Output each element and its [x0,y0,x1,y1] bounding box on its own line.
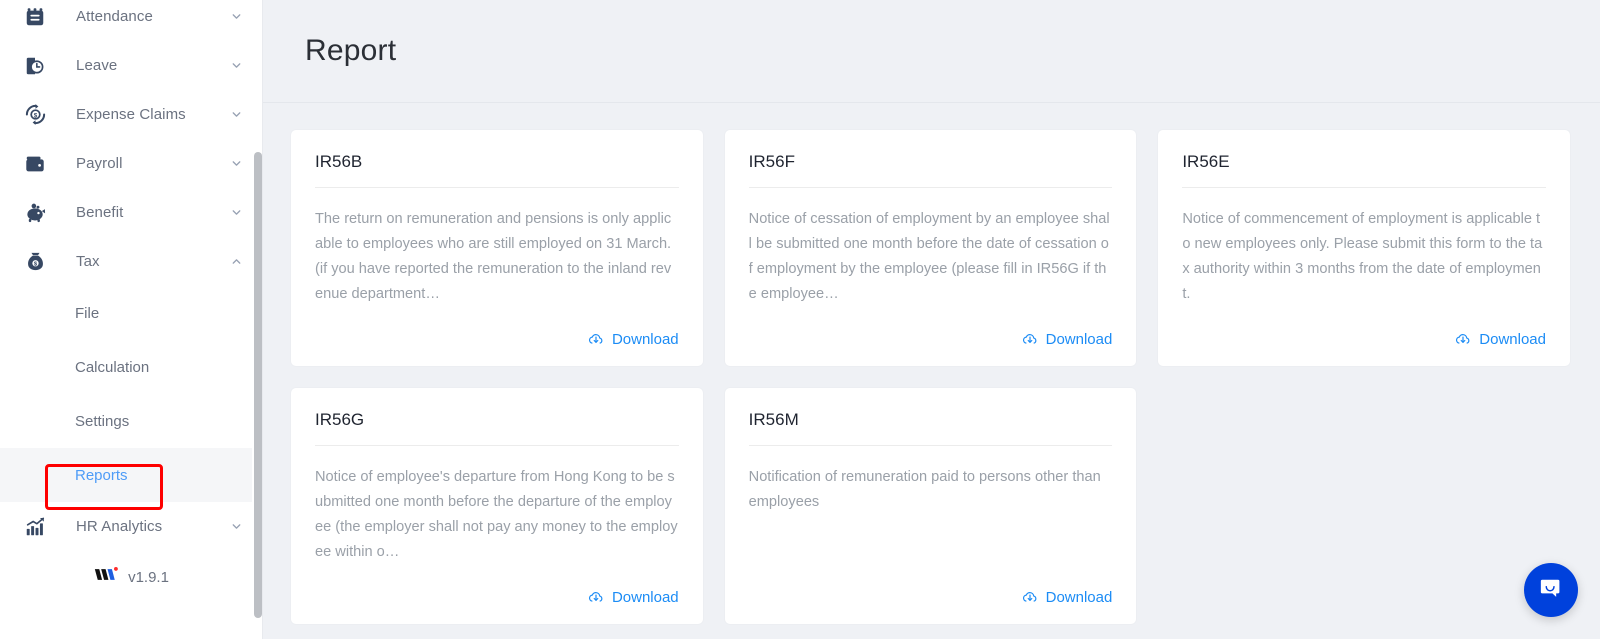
sidebar-subitem-settings[interactable]: Settings [0,394,263,448]
report-card-footer: Download [1182,330,1546,348]
sidebar-item-label: Leave [76,57,118,74]
report-card-title: IR56F [748,152,795,171]
report-card-title: IR56E [1182,152,1230,171]
bar-chart-icon [22,514,48,540]
download-label: Download [1045,330,1113,348]
cloud-download-icon [1454,330,1472,348]
report-card-description: Notice of employee's departure from Hong… [315,469,678,560]
attendance-icon [22,4,48,30]
download-label: Download [1045,588,1113,606]
sidebar-item-tax[interactable]: $ Tax [0,237,263,286]
sidebar-item-leave[interactable]: Leave [0,41,263,90]
app-root: Attendance Leave $ Expense Claims Payrol… [0,0,1600,639]
sidebar-item-label: Benefit [76,204,124,221]
sidebar-subitem-label: Reports [75,466,128,484]
page-header: Report [263,0,1600,103]
sidebar-scrollbar-thumb[interactable] [254,152,262,618]
money-bag-icon: $ [22,249,48,275]
chevron-down-icon[interactable] [229,10,243,24]
version-row: v1.9.1 [0,551,263,603]
sidebar-subitem-label: Settings [75,412,130,430]
download-button[interactable]: Download [1454,330,1546,348]
download-label: Download [611,330,679,348]
report-card-description: Notice of commencement of employment is … [1182,211,1543,302]
sidebar-scroll-content: Attendance Leave $ Expense Claims Payrol… [0,0,263,639]
sidebar-item-benefit[interactable]: Benefit [0,188,263,237]
report-card[interactable]: IR56B The return on remuneration and pen… [291,130,703,366]
sidebar: Attendance Leave $ Expense Claims Payrol… [0,0,263,639]
sidebar-subitem-label: Calculation [75,358,150,376]
sidebar-subitem-file[interactable]: File [0,286,263,340]
report-card-description: Notification of remuneration paid to per… [748,469,1101,510]
sidebar-item-hr-analytics[interactable]: HR Analytics [0,502,263,551]
version-label: v1.9.1 [128,568,169,586]
sidebar-item-label: HR Analytics [76,518,163,535]
card-divider [748,187,1113,188]
download-button[interactable]: Download [587,588,679,606]
card-divider [315,445,679,446]
sidebar-subitem-reports[interactable]: Reports [0,448,263,502]
report-card[interactable]: IR56G Notice of employee's departure fro… [291,388,703,624]
workstem-logo [94,566,119,588]
chevron-down-icon[interactable] [229,59,243,73]
download-label: Download [1479,330,1546,348]
chevron-down-icon[interactable] [229,520,243,534]
chevron-down-icon[interactable] [229,206,243,220]
sidebar-item-label: Attendance [76,8,153,25]
report-card-footer: Download [315,588,679,606]
download-label: Download [611,588,679,606]
cloud-download-icon [1021,330,1039,348]
expense-claims-icon: $ [22,102,48,128]
report-card-footer: Download [749,330,1113,348]
chevron-up-icon[interactable] [229,255,243,269]
cloud-download-icon [1021,588,1039,606]
leave-clock-icon [22,53,48,79]
sidebar-item-expense-claims[interactable]: $ Expense Claims [0,90,263,139]
reports-cards-grid: IR56B The return on remuneration and pen… [291,130,1570,624]
report-card-title: IR56G [315,410,365,429]
download-button[interactable]: Download [1021,330,1113,348]
report-card[interactable]: IR56F Notice of cessation of employment … [724,130,1137,366]
cloud-download-icon [587,588,605,606]
chat-launcher-button[interactable] [1524,563,1578,617]
wallet-icon [22,151,48,177]
sidebar-subitem-calculation[interactable]: Calculation [0,340,263,394]
chevron-down-icon[interactable] [229,108,243,122]
download-button[interactable]: Download [1021,588,1113,606]
report-card-footer: Download [749,588,1113,606]
card-divider [748,445,1113,446]
sidebar-item-payroll[interactable]: Payroll [0,139,263,188]
piggy-bank-icon [22,200,48,226]
sidebar-subitem-label: File [75,304,100,322]
page-title: Report [305,34,397,67]
report-card-description: The return on remuneration and pensions … [315,211,672,302]
cloud-download-icon [587,330,605,348]
report-card[interactable]: IR56M Notification of remuneration paid … [724,388,1137,624]
report-card[interactable]: IR56E Notice of commencement of employme… [1158,130,1570,366]
card-divider [1182,187,1546,188]
main-content: Report IR56B The return on remuneration … [263,0,1600,639]
chat-bubble-icon [1537,574,1565,607]
reports-cards-area: IR56B The return on remuneration and pen… [263,103,1600,639]
sidebar-item-label: Tax [76,253,100,270]
report-card-footer: Download [315,330,679,348]
card-divider [315,187,679,188]
sidebar-item-attendance[interactable]: Attendance [0,0,263,41]
sidebar-item-label: Payroll [76,155,123,172]
svg-text:$: $ [33,112,37,119]
report-card-description: Notice of cessation of employment by an … [748,211,1110,302]
report-card-title: IR56M [748,410,799,429]
sidebar-item-label: Expense Claims [76,106,186,123]
download-button[interactable]: Download [587,330,679,348]
chevron-down-icon[interactable] [229,157,243,171]
report-card-title: IR56B [315,152,363,171]
